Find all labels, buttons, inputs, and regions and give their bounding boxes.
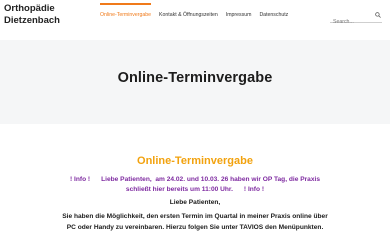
search-input[interactable]	[330, 17, 377, 25]
nav-item-datenschutz[interactable]: Datenschutz	[259, 12, 288, 21]
content-subtitle: Online-Terminvergabe	[137, 155, 253, 167]
info-notice-line-1: ! Info ! Liebe Patienten, am 24.02. und …	[69, 176, 321, 183]
page-title: Online-Terminvergabe	[117, 70, 273, 86]
nav-item-kontakt[interactable]: Kontakt & Öffnungszeiten	[159, 12, 218, 21]
nav-item-impressum[interactable]: Impressum	[226, 12, 252, 21]
main-nav: Online-Terminvergabe Kontakt & Öffnungsz…	[100, 3, 288, 21]
info-notice-line-2: schließt hier bereits um 11:00 Uhr. ! In…	[125, 186, 265, 193]
site-logo[interactable]: Orthopädie Dietzenbach	[4, 3, 84, 27]
logo-line-2: Dietzenbach	[4, 15, 60, 26]
intro-line-1: Sie haben die Möglichkeit, den ersten Te…	[62, 213, 328, 220]
search-box	[330, 10, 382, 25]
search-icon[interactable]	[375, 12, 381, 18]
logo-line-1: Orthopädie	[4, 3, 55, 14]
intro-paragraph: Sie haben die Möglichkeit, den ersten Te…	[22, 212, 368, 233]
site-header: Orthopädie Dietzenbach Online-Terminverg…	[0, 0, 390, 40]
info-notice: ! Info ! Liebe Patienten, am 24.02. und …	[40, 175, 350, 195]
greeting-text: Liebe Patienten,	[169, 199, 221, 206]
intro-line-2: PC oder Handy zu vereinbaren. Hierzu fol…	[66, 223, 324, 231]
nav-item-online-terminvergabe[interactable]: Online-Terminvergabe	[100, 3, 152, 21]
page-hero: Online-Terminvergabe	[0, 40, 390, 124]
